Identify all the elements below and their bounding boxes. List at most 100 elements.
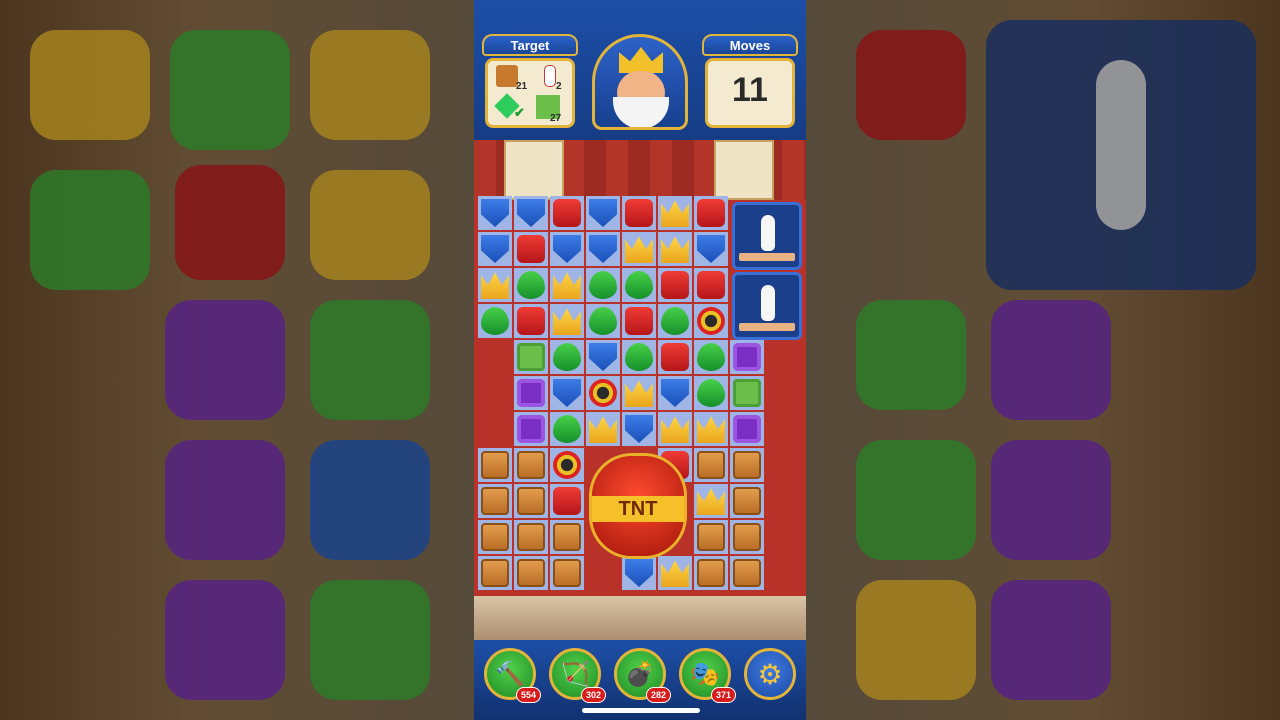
crate-piece <box>553 523 581 551</box>
board-cell[interactable] <box>550 520 584 554</box>
board-cell[interactable] <box>478 448 512 482</box>
board-cell[interactable] <box>514 412 548 446</box>
tnt-barrel[interactable]: TNT <box>592 456 684 556</box>
board-cell[interactable] <box>694 268 728 302</box>
board-cell[interactable] <box>586 376 620 410</box>
board-cell[interactable] <box>694 232 728 266</box>
board-cell[interactable] <box>694 484 728 518</box>
board-cell[interactable] <box>550 556 584 590</box>
board-cell[interactable] <box>550 304 584 338</box>
board-cell[interactable] <box>658 304 692 338</box>
cannon-booster[interactable]: 💣 282 <box>614 648 671 703</box>
board-cell[interactable] <box>478 232 512 266</box>
board-cell[interactable] <box>658 376 692 410</box>
board-cell[interactable] <box>514 340 548 374</box>
board-cell[interactable] <box>514 232 548 266</box>
grass-piece <box>517 343 545 371</box>
moves-panel: 11 <box>705 58 795 128</box>
board-cell[interactable] <box>694 556 728 590</box>
board-cell[interactable] <box>694 340 728 374</box>
board-cell[interactable] <box>586 304 620 338</box>
board-cell[interactable] <box>730 376 764 410</box>
board-cell[interactable] <box>658 232 692 266</box>
board-cell[interactable] <box>478 520 512 554</box>
crate-piece <box>553 559 581 587</box>
board-cell[interactable] <box>514 304 548 338</box>
shield-piece <box>589 235 617 263</box>
board-cell[interactable] <box>730 340 764 374</box>
board-cell[interactable] <box>622 232 656 266</box>
board-cell[interactable] <box>622 556 656 590</box>
purple-piece <box>517 415 545 443</box>
board-cell[interactable] <box>694 520 728 554</box>
home-indicator[interactable] <box>582 708 700 713</box>
board-cell[interactable] <box>622 376 656 410</box>
board-cell[interactable] <box>586 196 620 230</box>
board-cell[interactable] <box>694 304 728 338</box>
pillar-left <box>504 140 564 200</box>
top-bar: Target 21 2 ✔ 27 Moves 11 <box>474 0 806 140</box>
gear-icon: ⚙ <box>757 658 783 690</box>
board-cell[interactable] <box>478 196 512 230</box>
board-cell[interactable] <box>514 484 548 518</box>
board-cell[interactable] <box>514 520 548 554</box>
settings-button[interactable]: ⚙ <box>744 648 796 700</box>
board-cell[interactable] <box>730 484 764 518</box>
board-cell[interactable] <box>478 304 512 338</box>
board-cell[interactable] <box>622 196 656 230</box>
board-cell[interactable] <box>694 448 728 482</box>
board-cell[interactable] <box>586 268 620 302</box>
target-crate-count: 21 <box>516 81 528 92</box>
red-block-piece <box>553 487 581 515</box>
board-cell[interactable] <box>550 232 584 266</box>
board-cell[interactable] <box>730 412 764 446</box>
board-cell[interactable] <box>550 484 584 518</box>
booster-count: 554 <box>515 687 541 703</box>
board-cell[interactable] <box>550 196 584 230</box>
board-cell[interactable] <box>550 412 584 446</box>
board-cell[interactable] <box>622 340 656 374</box>
board-cell[interactable] <box>730 520 764 554</box>
board-cell[interactable] <box>514 448 548 482</box>
board-cell[interactable] <box>586 232 620 266</box>
red-block-piece <box>625 307 653 335</box>
board-cell[interactable] <box>514 376 548 410</box>
board-cell[interactable] <box>514 196 548 230</box>
board-cell[interactable] <box>694 412 728 446</box>
board-cell[interactable] <box>658 340 692 374</box>
board-cell[interactable] <box>622 412 656 446</box>
blur-overlay-r <box>806 0 1280 720</box>
board-cell[interactable] <box>658 412 692 446</box>
board-cell[interactable] <box>730 556 764 590</box>
hammer-booster[interactable]: 🔨 554 <box>484 648 541 703</box>
board-cell[interactable] <box>478 484 512 518</box>
arrow-booster[interactable]: 🏹 302 <box>549 648 606 703</box>
board-cell[interactable] <box>658 556 692 590</box>
bowling-pin-slot <box>732 202 802 270</box>
board-cell[interactable] <box>550 340 584 374</box>
board-cell[interactable] <box>514 556 548 590</box>
board-cell[interactable] <box>622 268 656 302</box>
jester-booster[interactable]: 🎭 371 <box>679 648 736 703</box>
target-pin-count: 2 <box>556 81 562 92</box>
board-cell[interactable] <box>550 268 584 302</box>
board-cell[interactable] <box>658 196 692 230</box>
board-cell[interactable] <box>622 304 656 338</box>
board-cell[interactable] <box>694 196 728 230</box>
board-cell[interactable] <box>730 448 764 482</box>
board-cell[interactable] <box>694 376 728 410</box>
floor <box>474 596 806 646</box>
board-cell[interactable] <box>586 340 620 374</box>
crown-piece <box>625 236 653 263</box>
board-cell[interactable] <box>478 268 512 302</box>
board-cell[interactable] <box>658 268 692 302</box>
bowling-pin-icon <box>761 285 775 321</box>
board-cell[interactable] <box>586 412 620 446</box>
background-right <box>806 0 1280 720</box>
board-cell[interactable] <box>478 556 512 590</box>
board-cell[interactable] <box>550 376 584 410</box>
crate-piece <box>733 487 761 515</box>
board-cell[interactable] <box>514 268 548 302</box>
board-cell[interactable] <box>550 448 584 482</box>
crate-piece <box>517 451 545 479</box>
